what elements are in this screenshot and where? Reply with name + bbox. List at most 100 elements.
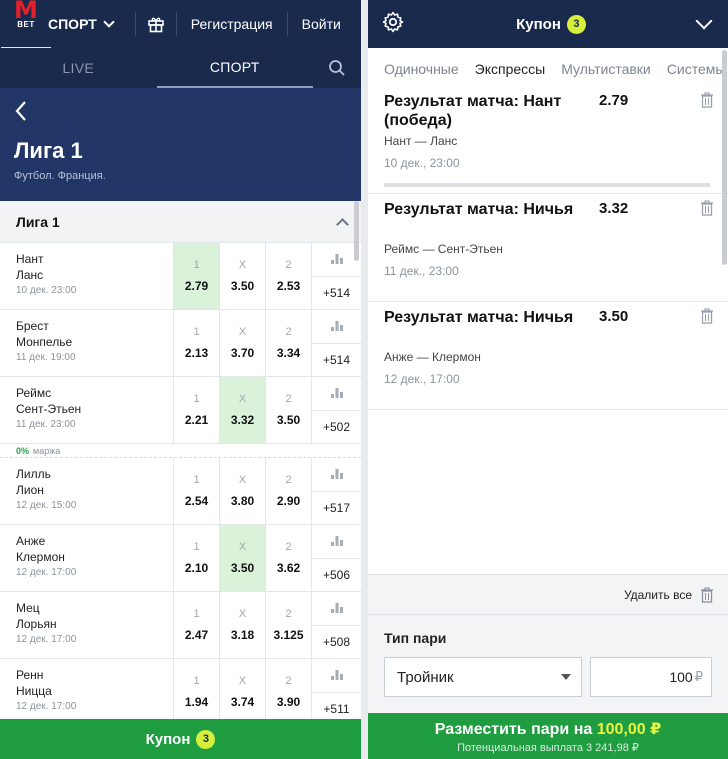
tab-multibets[interactable]: Мультиставки (561, 61, 651, 77)
odd-label: X (238, 474, 247, 486)
odd-label: 2 (285, 259, 292, 271)
match-info[interactable]: Реймс Сент-Этьен 11 дек. 23:00 (0, 377, 174, 443)
sport-tabs: LIVE СПОРТ (0, 48, 361, 88)
more-markets: +517 (312, 458, 361, 524)
odd-button[interactable]: X 3.70 (220, 310, 266, 376)
odd-value: 2.13 (184, 346, 209, 360)
sport-selector[interactable]: СПОРТ (48, 16, 115, 32)
stats-icon[interactable] (312, 377, 361, 411)
league-header[interactable]: Лига 1 (0, 201, 361, 243)
stake-value: 100 (669, 669, 693, 685)
odd-label: X (238, 393, 247, 405)
odd-button[interactable]: 1 2.54 (174, 458, 220, 524)
coupon-header: Купон 3 (368, 0, 728, 48)
odd-button[interactable]: 2 2.90 (266, 458, 312, 524)
top-bar: M BET СПОРТ Регистрация Войти (0, 0, 361, 48)
odd-button[interactable]: X 3.80 (220, 458, 266, 524)
match-info[interactable]: Мец Лорьян 12 дек. 17:00 (0, 592, 174, 658)
odd-value: 3.74 (230, 695, 255, 709)
delete-all-button[interactable]: Удалить все (368, 575, 728, 615)
stats-icon[interactable] (312, 592, 361, 626)
gift-icon[interactable] (136, 0, 176, 48)
odd-label: 1 (193, 608, 200, 620)
stats-icon[interactable] (312, 659, 361, 693)
coupon-button-label: Купон (145, 730, 191, 748)
chevron-up-icon (336, 217, 349, 231)
odd-button[interactable]: 1 2.10 (174, 525, 220, 591)
place-bet-button[interactable]: Разместить пари на 100,00 ₽ Потенциальна… (368, 713, 728, 759)
stake-input[interactable]: 100 ₽ (590, 657, 712, 697)
divider (286, 12, 288, 36)
more-markets-button[interactable]: +508 (312, 626, 361, 659)
gear-icon[interactable] (382, 11, 404, 38)
odd-button[interactable]: 2 3.62 (266, 525, 312, 591)
more-markets-button[interactable]: +502 (312, 411, 361, 444)
bet-odd: 2.79 (599, 92, 629, 109)
odd-button[interactable]: 1 2.79 (174, 243, 220, 309)
tab-live[interactable]: LIVE (0, 48, 157, 88)
odd-button[interactable]: 2 3.90 (266, 659, 312, 725)
stats-icon[interactable] (312, 310, 361, 344)
odd-button[interactable]: 2 3.125 (266, 592, 312, 658)
search-icon[interactable] (313, 48, 361, 88)
odd-label: 1 (193, 326, 200, 338)
tab-singles[interactable]: Одиночные (384, 61, 459, 77)
odd-button[interactable]: 1 2.21 (174, 377, 220, 443)
odd-button[interactable]: X 3.32 (220, 377, 266, 443)
trash-icon[interactable] (700, 308, 714, 329)
coupon-title-label: Купон (516, 15, 561, 33)
odd-button[interactable]: 1 1.94 (174, 659, 220, 725)
register-link[interactable]: Регистрация (191, 16, 273, 32)
odd-button[interactable]: X 3.50 (220, 525, 266, 591)
scrollbar[interactable] (722, 50, 727, 265)
away-team: Лион (16, 483, 44, 497)
chevron-down-icon (103, 16, 115, 28)
odd-button[interactable]: 1 2.47 (174, 592, 220, 658)
odd-button[interactable]: 2 3.34 (266, 310, 312, 376)
margin-row: 0% маржа (0, 444, 361, 458)
trash-icon[interactable] (700, 92, 714, 113)
coupon-panel: Купон 3 Одиночные Экспрессы Мультиставки… (368, 0, 728, 759)
odd-value: 3.18 (230, 628, 255, 642)
odd-label: 2 (285, 326, 292, 338)
odd-label: X (238, 259, 247, 271)
more-markets-button[interactable]: +514 (312, 344, 361, 377)
tab-systems[interactable]: Системы (667, 61, 726, 77)
more-markets-button[interactable]: +514 (312, 277, 361, 310)
odd-button[interactable]: X 3.50 (220, 243, 266, 309)
delete-all-label: Удалить все (623, 587, 692, 602)
coupon-button[interactable]: Купон 3 (0, 719, 361, 759)
mbet-logo[interactable]: M BET (1, 0, 51, 48)
login-link[interactable]: Войти (302, 16, 341, 32)
bet-market: Результат матча: Нант (победа) (384, 93, 562, 129)
odd-button[interactable]: X 3.18 (220, 592, 266, 658)
odd-button[interactable]: 1 2.13 (174, 310, 220, 376)
bet-type-label: Тип пари (384, 630, 447, 646)
away-team: Ланс (16, 268, 44, 282)
trash-icon[interactable] (700, 200, 714, 221)
scrollbar[interactable] (354, 201, 359, 261)
match-info[interactable]: Нант Ланс 10 дек. 23:00 (0, 243, 174, 309)
tab-express[interactable]: Экспрессы (475, 61, 546, 77)
match-info[interactable]: Лилль Лион 12 дек. 15:00 (0, 458, 174, 524)
home-team: Анже (16, 534, 46, 548)
stats-icon[interactable] (312, 458, 361, 492)
odd-button[interactable]: 2 3.50 (266, 377, 312, 443)
tab-sport[interactable]: СПОРТ (156, 48, 313, 88)
more-markets-button[interactable]: +517 (312, 492, 361, 525)
bet-type-select[interactable]: Тройник (384, 657, 582, 697)
bet-odd: 3.50 (599, 308, 629, 325)
league-hero: Лига 1 Футбол. Франция. (0, 88, 361, 201)
match-info[interactable]: Анже Клермон 12 дек. 17:00 (0, 525, 174, 591)
odd-button[interactable]: 2 2.53 (266, 243, 312, 309)
league-header-label: Лига 1 (16, 213, 60, 230)
odd-label: 2 (285, 474, 292, 486)
odd-button[interactable]: X 3.74 (220, 659, 266, 725)
back-arrow-icon[interactable] (14, 100, 28, 127)
more-markets-button[interactable]: +506 (312, 559, 361, 592)
more-markets: +511 (312, 659, 361, 725)
chevron-down-icon[interactable] (695, 12, 713, 30)
match-info[interactable]: Ренн Ницца 12 дек. 17:00 (0, 659, 174, 725)
stats-icon[interactable] (312, 525, 361, 559)
match-info[interactable]: Брест Монпелье 11 дек. 19:00 (0, 310, 174, 376)
